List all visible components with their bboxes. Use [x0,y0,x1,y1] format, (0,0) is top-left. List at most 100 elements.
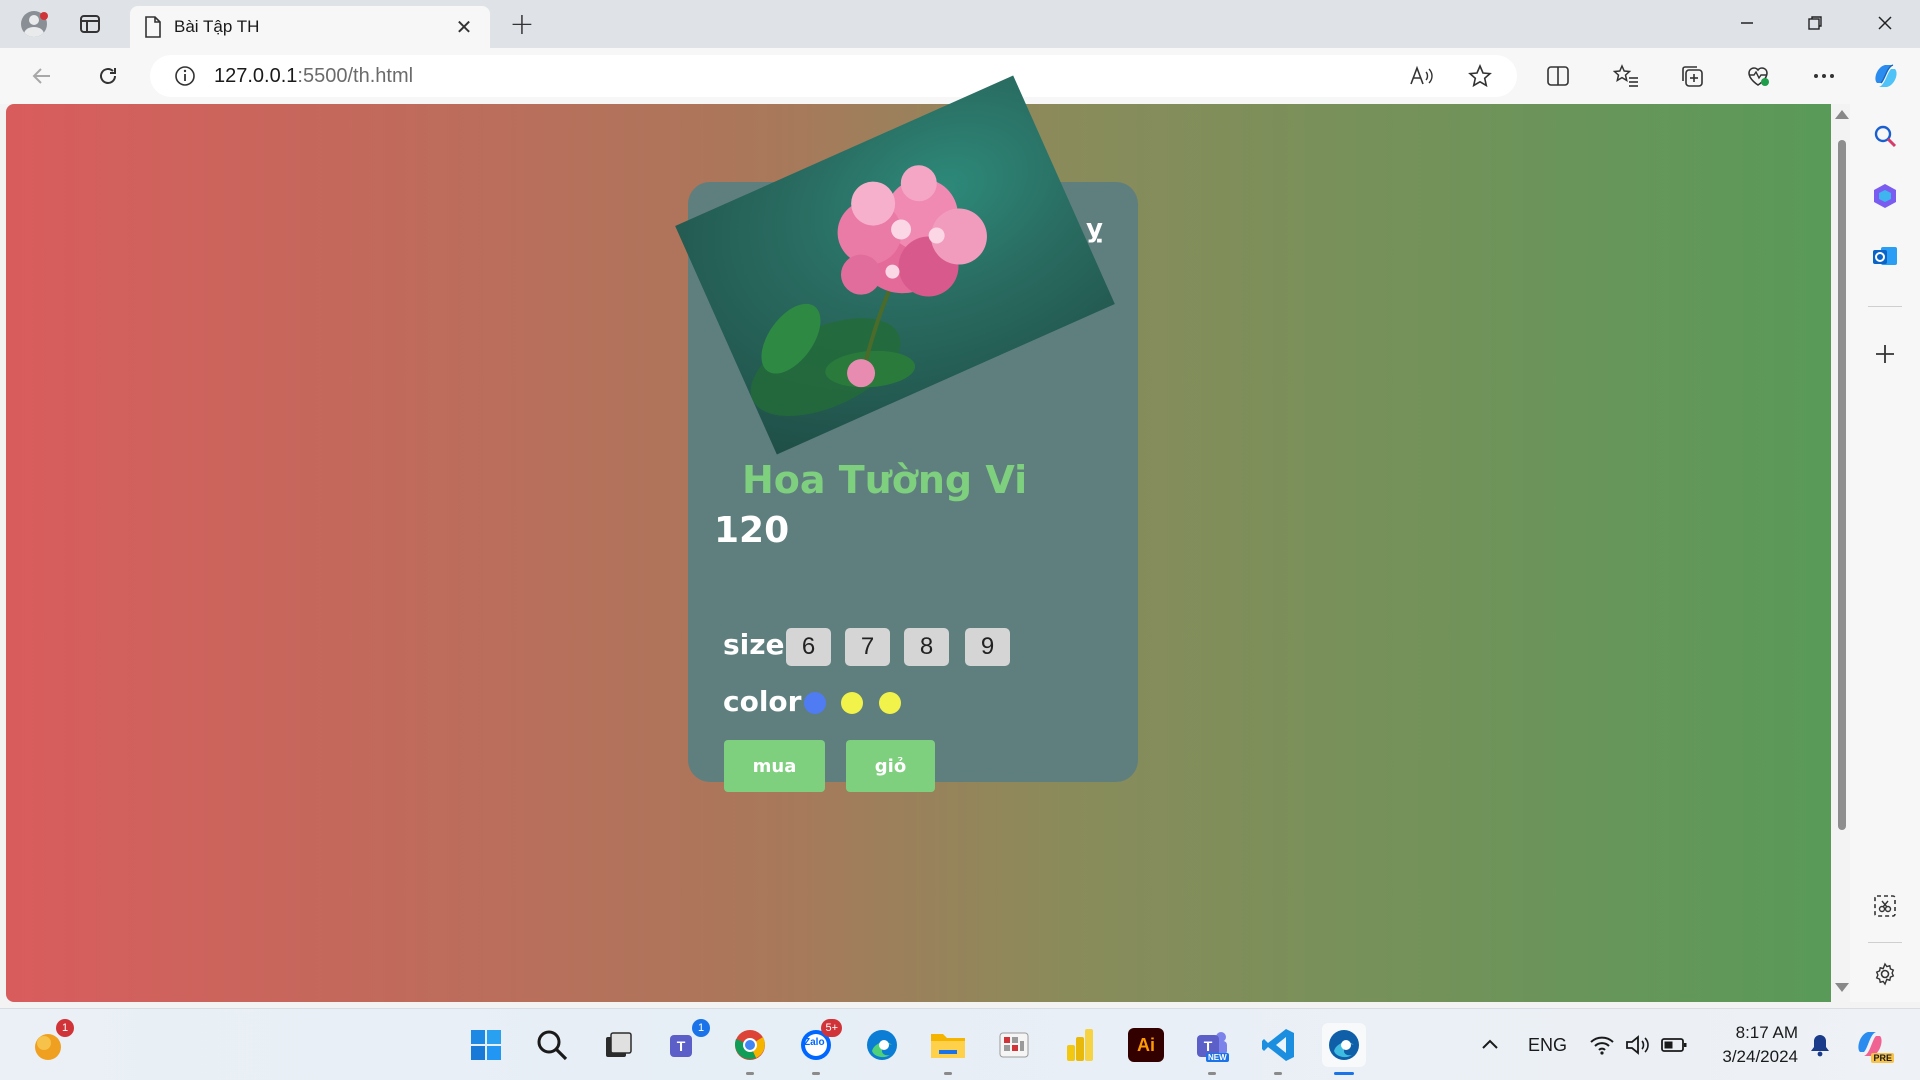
size-option[interactable]: 6 [786,628,831,666]
product-name: Hoa Tường Vi [742,458,1028,502]
scroll-down-arrow-icon[interactable] [1835,983,1849,992]
running-indicator [1208,1072,1216,1075]
search-icon [537,1030,568,1061]
taskbar-edge-button[interactable] [860,1023,904,1067]
tray-notifications-button[interactable] [1798,1023,1842,1067]
size-option[interactable]: 9 [965,628,1010,666]
profile-notification-dot [40,12,48,20]
pre-label: PRE [1871,1053,1894,1063]
back-button[interactable] [22,56,62,96]
taskbar-app-button[interactable] [992,1023,1036,1067]
copilot-hex-icon [1874,184,1896,208]
color-option[interactable] [841,692,863,714]
running-indicator [1274,1072,1282,1075]
sidebar-screenshot-button[interactable] [1865,886,1905,926]
new-tab-button[interactable]: + [502,6,542,42]
card-glyph: ỵ [1086,214,1103,244]
collections-button[interactable] [1672,56,1712,96]
page-icon [145,16,161,38]
teams-new-label: NEW [1206,1053,1229,1062]
read-aloud-button[interactable] [1402,56,1442,96]
favorites-button[interactable] [1606,56,1646,96]
back-arrow-icon [32,68,50,84]
edge-icon [867,1030,897,1060]
profile-button[interactable] [14,6,54,42]
taskbar-widgets-button[interactable]: 1 [26,1019,74,1067]
restore-button[interactable] [1782,0,1848,46]
scroll-up-arrow-icon[interactable] [1835,110,1849,119]
taskbar-search-button[interactable] [530,1023,574,1067]
running-indicator [746,1072,754,1075]
scroll-thumb[interactable] [1838,140,1846,830]
read-aloud-icon [1410,65,1433,85]
color-option[interactable] [879,692,901,714]
add-to-cart-button[interactable]: giỏ [846,740,935,792]
task-view-icon [606,1032,632,1057]
site-info-icon[interactable] [174,65,196,87]
size-option[interactable]: 7 [845,628,890,666]
clock-time[interactable]: 8:17 AM [1712,1023,1798,1043]
browser-tab-active[interactable]: Bài Tập TH ✕ [130,6,490,48]
svg-text:T: T [677,1038,686,1054]
buy-button[interactable]: mua [724,740,825,792]
sidebar-outlook-button[interactable] [1865,236,1905,276]
product-price: 120 [714,510,790,551]
browser-essentials-button[interactable] [1738,56,1778,96]
sidebar-copilot-button[interactable] [1865,176,1905,216]
language-indicator[interactable]: ENG [1528,1035,1567,1056]
page-scrollbar[interactable] [1832,104,1850,1002]
favorites-list-icon [1613,64,1638,87]
copilot-button[interactable] [1866,56,1906,96]
illustrator-icon: Ai [1128,1028,1164,1062]
tray-battery-button[interactable] [1652,1023,1696,1067]
star-icon [1468,64,1492,88]
copilot-icon [1875,64,1897,87]
color-option[interactable] [804,692,826,714]
sidebar-settings-button[interactable] [1865,954,1905,994]
taskbar-task-view-button[interactable] [596,1023,640,1067]
taskbar-teams-new-button[interactable]: T NEW [1190,1023,1234,1075]
svg-text:T: T [1204,1038,1213,1054]
running-indicator [944,1072,952,1075]
search-icon [1874,125,1897,148]
screenshot-icon [1874,895,1896,917]
tab-actions-button[interactable] [70,6,110,42]
refresh-button[interactable] [88,56,128,96]
taskbar-start-button[interactable] [464,1023,508,1067]
taskbar-edge-dev-button[interactable] [1322,1023,1366,1075]
bell-icon [1811,1035,1829,1057]
taskbar-file-explorer-button[interactable] [926,1023,970,1075]
tab-close-icon[interactable]: ✕ [452,15,476,39]
sidebar-separator [1868,306,1902,307]
address-bar[interactable]: 127.0.0.1:5500/th.html [150,55,1517,97]
size-option[interactable]: 8 [904,628,949,666]
sidebar-add-button[interactable] [1865,334,1905,374]
clock-date[interactable]: 3/24/2024 [1712,1047,1798,1067]
chrome-icon [735,1030,765,1060]
tab-title: Bài Tập TH [174,17,260,36]
close-window-button[interactable] [1852,0,1918,46]
taskbar-chrome-button[interactable] [728,1023,772,1075]
collections-icon [1682,66,1703,87]
sidebar-separator [1868,942,1902,943]
sidebar-search-button[interactable] [1865,116,1905,156]
split-screen-button[interactable] [1538,56,1578,96]
plus-icon [1876,345,1894,363]
taskbar-vscode-button[interactable] [1256,1023,1300,1075]
taskbar-powerbi-button[interactable] [1058,1023,1102,1067]
app-grid-icon [999,1032,1029,1058]
taskbar-illustrator-button[interactable]: Ai [1124,1023,1168,1067]
notification-badge: 1 [56,1019,74,1037]
taskbar-zalo-button[interactable]: Zalo 5+ [794,1019,842,1075]
edge-dev-icon [1329,1030,1359,1060]
minimize-button[interactable] [1714,0,1780,46]
more-options-button[interactable] [1804,56,1844,96]
tray-overflow-button[interactable] [1468,1023,1512,1067]
edge-sidebar [1850,104,1920,1002]
favorite-button[interactable] [1460,56,1500,96]
more-dots-icon [1814,74,1834,78]
tray-copilot-button[interactable]: PRE [1850,1023,1894,1067]
taskbar-teams-button[interactable]: T 1 [662,1019,710,1067]
running-indicator [812,1072,820,1075]
refresh-icon [100,68,116,84]
